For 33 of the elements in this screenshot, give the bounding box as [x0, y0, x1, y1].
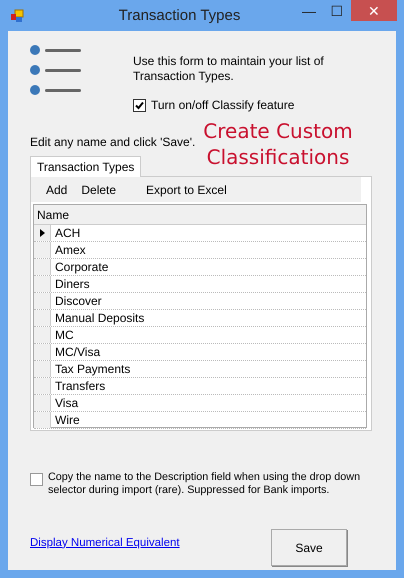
table-cell[interactable]: Transfers	[51, 378, 106, 394]
app-icon	[10, 8, 24, 22]
tab[interactable]: Transaction Types	[30, 156, 142, 177]
row-header[interactable]	[34, 225, 51, 241]
current-row-icon	[40, 229, 44, 237]
table-cell[interactable]: MC/Visa	[51, 344, 100, 360]
table-cell[interactable]: Diners	[51, 276, 90, 292]
check-icon	[135, 100, 144, 110]
table-cell[interactable]: Wire	[51, 412, 80, 428]
table-cell[interactable]: Visa	[51, 395, 78, 411]
numerical-equivalent-link[interactable]: Display Numerical Equivalent	[30, 536, 180, 548]
maximize-button[interactable]: ☐	[323, 0, 351, 20]
table-cell[interactable]: Amex	[51, 242, 86, 258]
table-cell[interactable]: Discover	[51, 293, 102, 309]
edit-hint: Edit any name and click 'Save'.	[30, 135, 196, 149]
toolbar-button[interactable]: Export to Excel	[139, 180, 234, 198]
banner-heading: Create Custom Classifications	[202, 118, 354, 170]
copy-checkbox[interactable]	[30, 473, 43, 486]
toolbar-button[interactable]: Delete	[74, 180, 124, 198]
classify-label: Turn on/off Classify feature	[151, 98, 294, 112]
table-cell[interactable]: Corporate	[51, 259, 108, 275]
toolbar-button[interactable]: Add	[39, 180, 74, 198]
classify-checkbox[interactable]	[133, 98, 146, 112]
copy-option-label: Copy the name to the Description field when using the drop down selector during import (rare). Suppressed for Bank imports.	[48, 471, 362, 497]
column-header[interactable]: Name	[37, 208, 70, 222]
table-cell[interactable]: Manual Deposits	[51, 310, 144, 326]
save-button[interactable]: Save	[271, 529, 347, 566]
close-button[interactable]: ✕	[351, 0, 397, 21]
window-title: Transaction Types	[118, 7, 242, 24]
table-cell[interactable]: MC	[51, 327, 74, 343]
description-text: Use this form to maintain your list of Transaction Types.	[133, 54, 325, 84]
minimize-button[interactable]: —	[295, 0, 323, 20]
table-cell[interactable]: Tax Payments	[51, 361, 130, 377]
